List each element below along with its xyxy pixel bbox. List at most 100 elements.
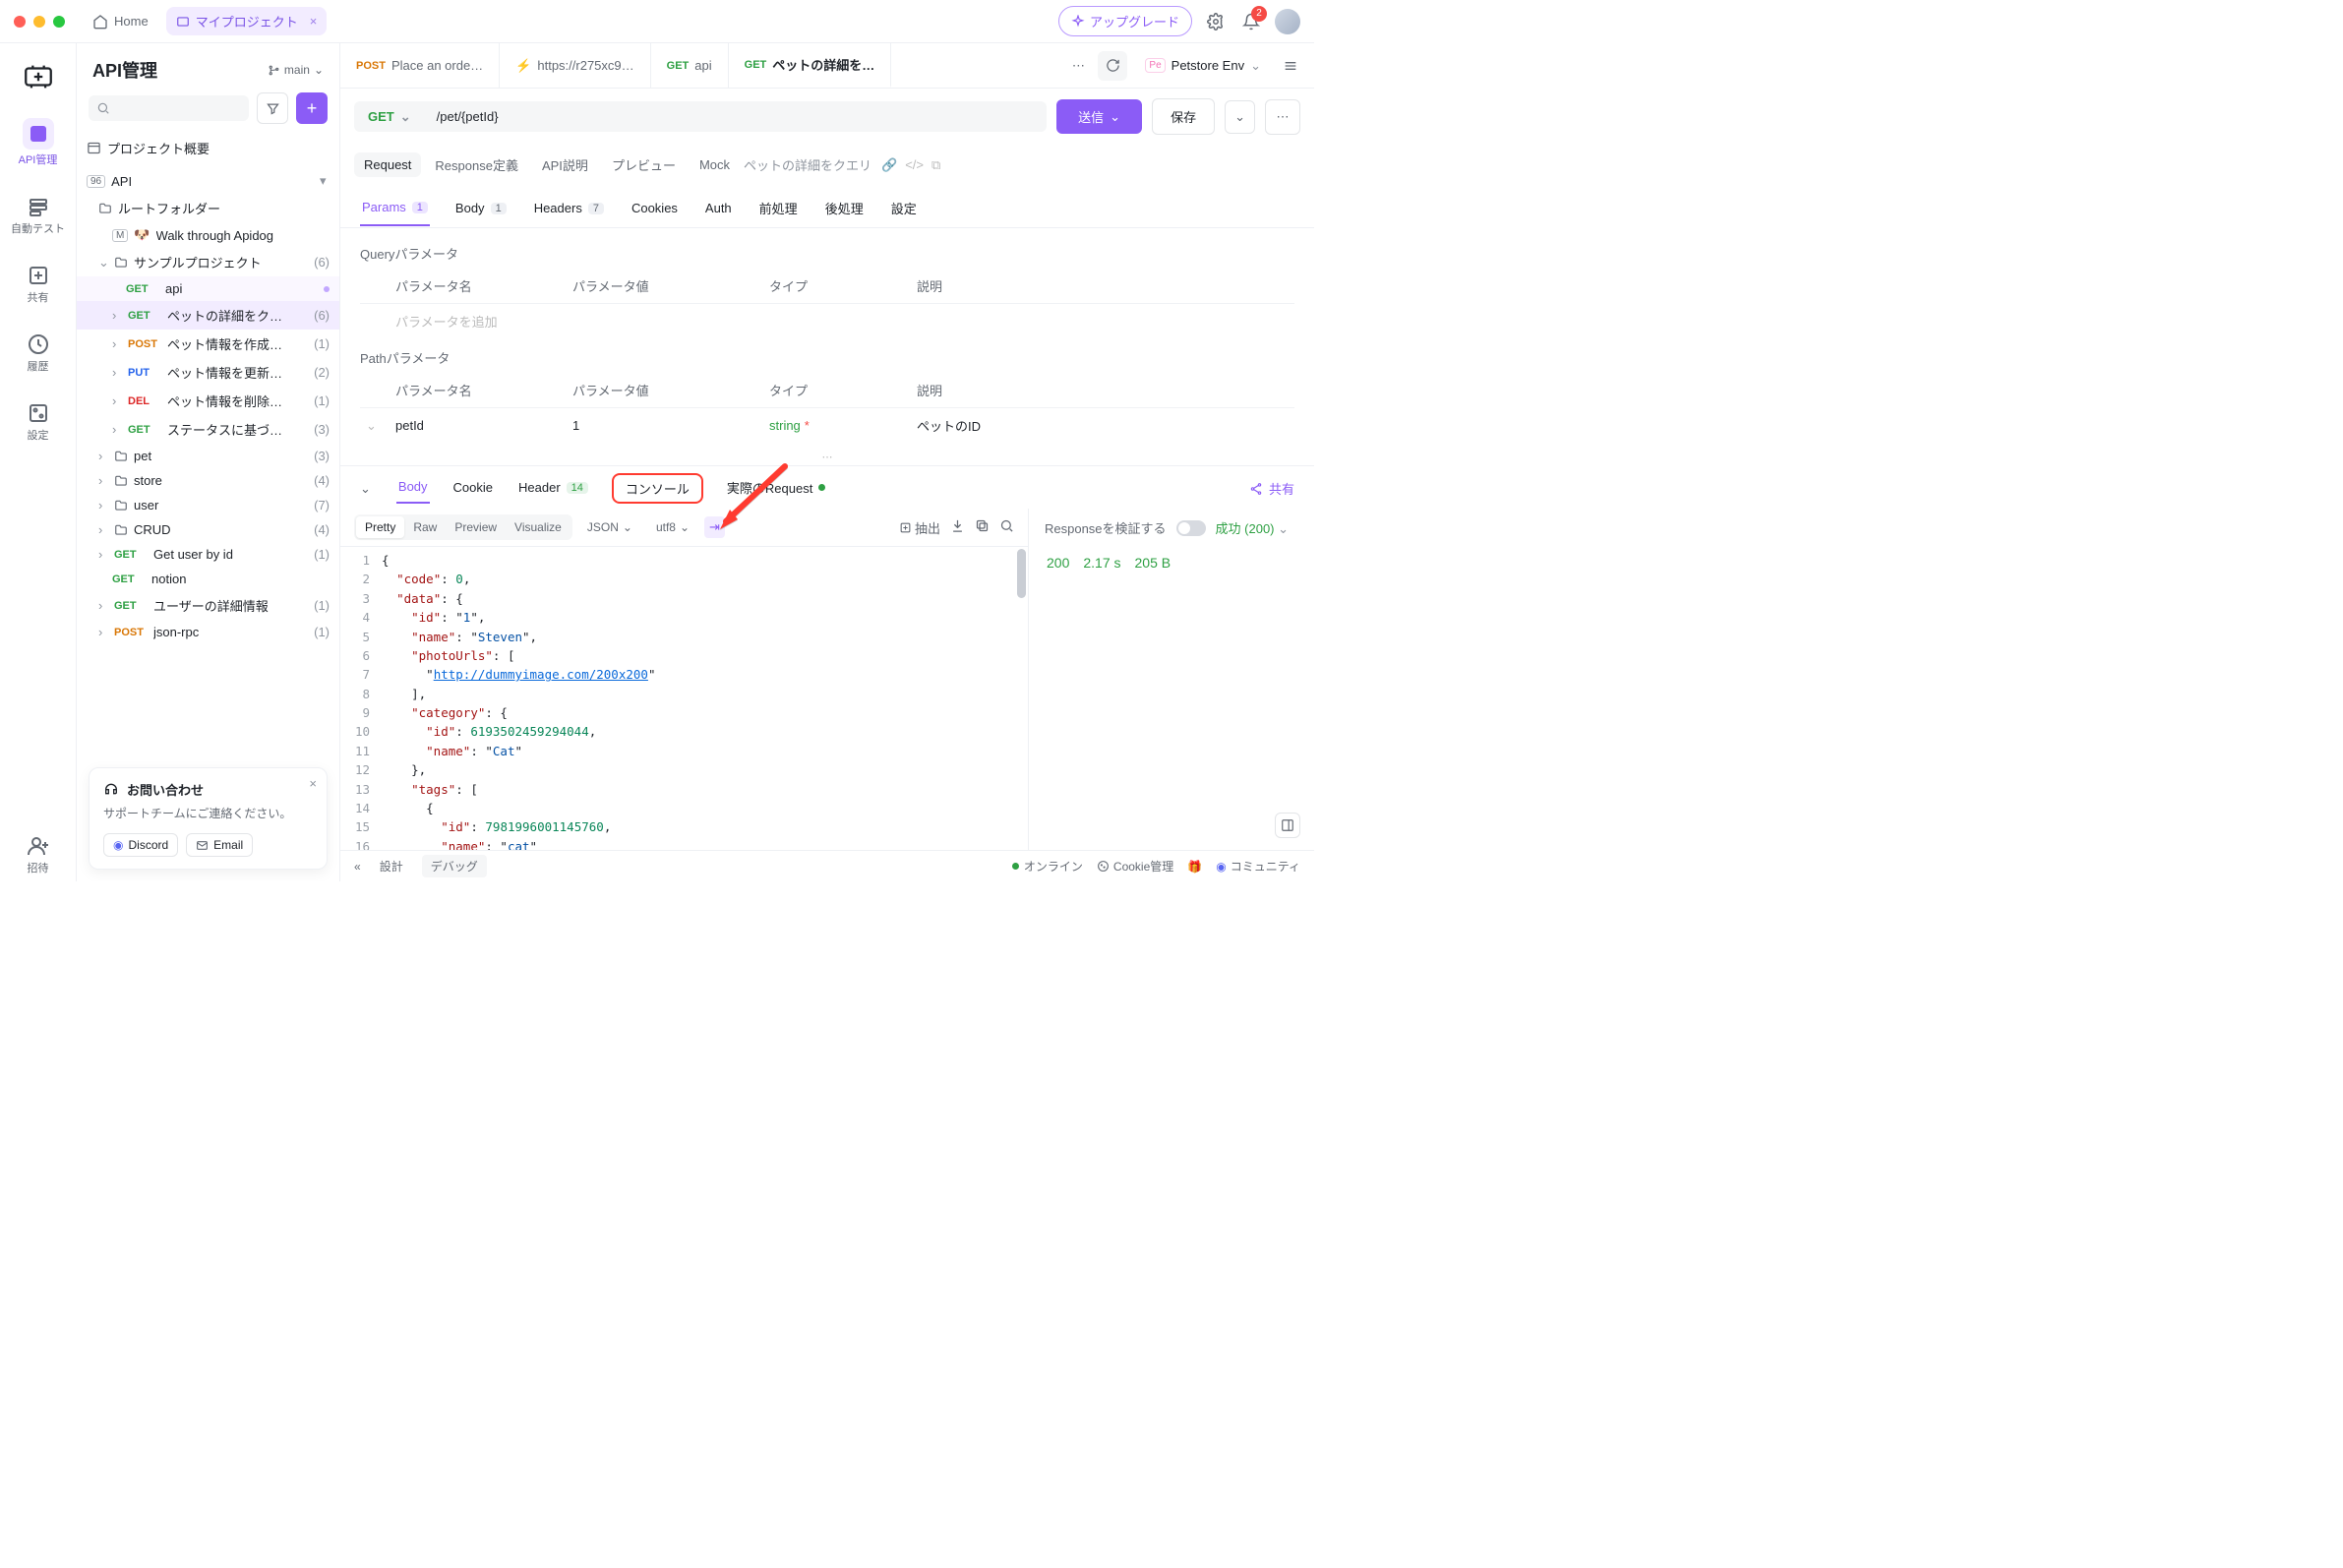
branch-selector[interactable]: main ⌄: [268, 63, 324, 77]
settings-gear-button[interactable]: [1204, 10, 1228, 33]
user-avatar[interactable]: [1275, 9, 1300, 34]
response-code-viewer[interactable]: 1{2 "code": 0,3 "data": {4 "id": "1",5 "…: [340, 547, 1028, 850]
tree-item-delete-pet[interactable]: › DEL ペット情報を削除… (1): [77, 387, 339, 415]
collapse-sidebar-button[interactable]: «: [354, 860, 361, 874]
ptab-post[interactable]: 後処理: [823, 191, 866, 227]
help-close-button[interactable]: ×: [309, 776, 317, 791]
row-checkbox[interactable]: ⌄: [366, 418, 395, 434]
tree-item-get-user[interactable]: ›GETGet user by id(1): [77, 542, 339, 567]
community-button[interactable]: ◉コミュニティ: [1216, 858, 1300, 874]
link-icon[interactable]: 🔗: [881, 157, 897, 173]
ptab-auth[interactable]: Auth: [703, 193, 734, 225]
scrollbar-thumb[interactable]: [1017, 549, 1026, 598]
project-tab[interactable]: マイプロジェクト ×: [166, 7, 328, 35]
window-minimize[interactable]: [33, 16, 45, 28]
tree-item-notion[interactable]: GETnotion: [77, 567, 339, 591]
param-name[interactable]: petId: [395, 418, 572, 433]
footer-tab-design[interactable]: 設計: [371, 855, 412, 877]
resp-tab-cookie[interactable]: Cookie: [451, 474, 495, 503]
folder-store[interactable]: ›store(4): [77, 468, 339, 493]
nav-api-management[interactable]: API管理: [7, 112, 70, 173]
resp-tab-body[interactable]: Body: [396, 473, 430, 504]
ptab-body[interactable]: Body1: [453, 193, 509, 225]
save-button[interactable]: 保存: [1152, 98, 1215, 135]
resp-tab-header[interactable]: Header14: [516, 474, 590, 503]
walkthrough-doc[interactable]: M 🐶 Walk through Apidog: [77, 222, 339, 248]
ptab-headers[interactable]: Headers7: [532, 193, 606, 225]
request-more-button[interactable]: ⋯: [1265, 99, 1300, 135]
api-root[interactable]: 96 API ▾: [77, 168, 339, 194]
fmt-pretty[interactable]: Pretty: [356, 516, 404, 538]
copy-icon[interactable]: ⧉: [931, 157, 940, 173]
ptab-pre[interactable]: 前処理: [757, 191, 800, 227]
upgrade-button[interactable]: アップグレード: [1058, 6, 1192, 36]
encoding-select[interactable]: utf8⌄: [647, 516, 698, 538]
folder-user[interactable]: ›user(7): [77, 493, 339, 517]
cookie-manager-button[interactable]: Cookie管理: [1097, 858, 1173, 874]
param-value[interactable]: 1: [572, 418, 769, 433]
close-icon[interactable]: ×: [310, 14, 318, 29]
filter-button[interactable]: [257, 92, 288, 124]
window-zoom[interactable]: [53, 16, 65, 28]
resp-tab-actual[interactable]: 実際のRequest: [725, 472, 827, 505]
download-button[interactable]: [950, 518, 965, 537]
param-desc[interactable]: ペットのID: [917, 416, 1289, 435]
subtab-request[interactable]: Request: [354, 152, 421, 177]
nav-auto-test[interactable]: 自動テスト: [7, 189, 70, 242]
tree-item-user-detail[interactable]: ›GETユーザーの詳細情報(1): [77, 591, 339, 620]
fmt-raw[interactable]: Raw: [404, 516, 446, 538]
status-selector[interactable]: 成功 (200) ⌄: [1216, 518, 1290, 537]
request-tab-1[interactable]: POSTPlace an orde…: [340, 43, 500, 88]
add-button[interactable]: +: [296, 92, 328, 124]
tree-item-create-pet[interactable]: › POST ペット情報を作成… (1): [77, 330, 339, 358]
send-button[interactable]: 送信⌄: [1056, 99, 1142, 134]
project-overview[interactable]: プロジェクト概要: [77, 134, 339, 162]
resp-tab-console[interactable]: コンソール: [612, 473, 703, 504]
refresh-button[interactable]: [1098, 51, 1127, 81]
share-response-button[interactable]: 共有: [1249, 479, 1294, 498]
copy-response-button[interactable]: [975, 518, 990, 537]
validate-toggle[interactable]: [1176, 520, 1206, 536]
search-response-button[interactable]: [999, 518, 1014, 537]
folder-crud[interactable]: ›CRUD(4): [77, 517, 339, 542]
tab-more-button[interactable]: ⋯: [1066, 54, 1090, 78]
subtab-mock[interactable]: Mock: [690, 152, 740, 177]
wrap-toggle[interactable]: ⇥: [704, 516, 725, 538]
path-param-row[interactable]: ⌄ petId 1 string* ペットのID: [360, 407, 1294, 443]
subtab-preview[interactable]: プレビュー: [602, 151, 686, 179]
nav-share[interactable]: 共有: [7, 258, 70, 311]
request-tab-4[interactable]: GETペットの詳細を…: [729, 43, 892, 88]
gift-button[interactable]: 🎁: [1187, 860, 1202, 874]
environment-selector[interactable]: Pe Petstore Env ⌄: [1135, 53, 1271, 79]
subtab-api-desc[interactable]: API説明: [532, 151, 598, 179]
tree-item-update-pet[interactable]: › PUT ペット情報を更新… (2): [77, 358, 339, 387]
url-input[interactable]: /pet/{petId}: [425, 101, 1048, 132]
sample-project-folder[interactable]: ⌄ サンプルプロジェクト (6): [77, 248, 339, 276]
ptab-params[interactable]: Params1: [360, 192, 430, 226]
tree-item-jsonrpc[interactable]: ›POSTjson-rpc(1): [77, 620, 339, 644]
panel-layout-toggle[interactable]: [1275, 813, 1300, 838]
content-type-select[interactable]: JSON⌄: [578, 516, 641, 538]
subtab-response-def[interactable]: Response定義: [425, 151, 528, 179]
nav-invite[interactable]: 招待: [7, 828, 70, 881]
request-tab-2[interactable]: ⚡https://r275xc9…: [500, 43, 650, 88]
panel-resize-handle[interactable]: ⋯: [340, 449, 1314, 465]
home-button[interactable]: Home: [83, 9, 158, 34]
notifications-button[interactable]: 2: [1239, 10, 1263, 33]
folder-pet[interactable]: ›pet(3): [77, 444, 339, 468]
save-dropdown[interactable]: ⌄: [1225, 100, 1255, 134]
method-selector[interactable]: GET⌄: [354, 101, 425, 132]
nav-history[interactable]: 履歴: [7, 327, 70, 380]
nav-settings[interactable]: 設定: [7, 395, 70, 449]
extract-button[interactable]: 抽出: [899, 518, 940, 537]
query-add-row[interactable]: パラメータを追加: [360, 303, 1294, 338]
window-close[interactable]: [14, 16, 26, 28]
collapse-response-button[interactable]: ⌄: [360, 481, 371, 497]
tree-item-pet-detail[interactable]: › GET ペットの詳細をク… (6): [77, 301, 339, 330]
tree-item-status[interactable]: › GET ステータスに基づ… (3): [77, 415, 339, 444]
email-button[interactable]: Email: [186, 833, 253, 857]
footer-tab-debug[interactable]: デバッグ: [422, 855, 487, 877]
fmt-visualize[interactable]: Visualize: [506, 516, 571, 538]
param-type[interactable]: string: [769, 418, 801, 433]
tree-item-api[interactable]: GET api: [77, 276, 339, 301]
